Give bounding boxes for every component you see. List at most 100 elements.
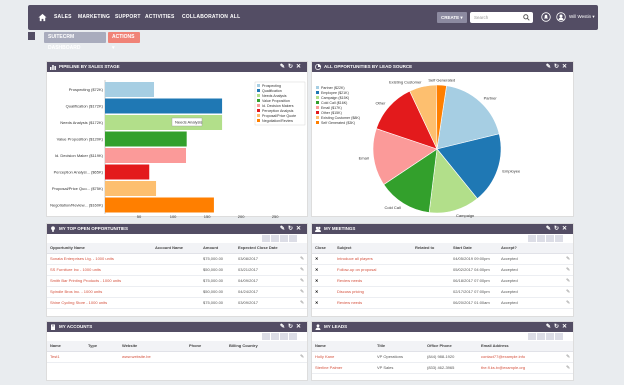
column-header[interactable]: Name [312, 341, 374, 352]
edit-icon[interactable]: ✎ [546, 324, 554, 330]
close-meeting-icon[interactable]: ✕ [312, 275, 334, 287]
column-header[interactable]: Account Name [152, 243, 200, 254]
opportunity-link[interactable]: Smith Bar Printing Products - 1000 units [47, 275, 152, 287]
create-button[interactable]: CREATE ▾ [437, 12, 467, 23]
meeting-subject[interactable]: Review needs [334, 275, 412, 287]
column-header[interactable]: Billing Country [226, 341, 297, 352]
related-to[interactable] [412, 297, 450, 309]
column-header[interactable]: Accept? [498, 243, 563, 254]
notification-bell-icon[interactable] [541, 12, 551, 22]
column-header[interactable]: Subject [334, 243, 412, 254]
refresh-icon[interactable]: ↻ [554, 324, 562, 330]
close-meeting-icon[interactable]: ✕ [312, 286, 334, 298]
account-link[interactable]: Test1 [47, 351, 85, 363]
column-header[interactable]: Start Date [450, 243, 498, 254]
related-to[interactable] [412, 264, 450, 276]
nav-item-collaboration[interactable]: COLLABORATION [182, 14, 228, 20]
search-input[interactable]: Search [470, 12, 533, 23]
nav-item-all[interactable]: ALL [230, 14, 240, 20]
edit-icon[interactable]: ✎ [563, 275, 573, 287]
user-menu[interactable]: Will Westin ▾ [569, 14, 595, 20]
column-header[interactable]: Related to [412, 243, 450, 254]
nav-item-marketing[interactable]: MARKETING [78, 14, 110, 20]
refresh-icon[interactable]: ↻ [554, 226, 562, 232]
account-name[interactable] [152, 286, 200, 298]
lead-link[interactable]: Sterline Palmer [312, 362, 374, 374]
meeting-subject[interactable]: Discuss pricing [334, 286, 412, 298]
email-link[interactable]: contact77@example.info [478, 351, 563, 363]
column-header[interactable]: Opportunity Name [47, 243, 152, 254]
pagination[interactable] [261, 235, 301, 243]
meeting-subject[interactable]: Introduce all players [334, 253, 412, 265]
close-icon[interactable]: ✕ [296, 324, 304, 330]
website-link[interactable]: www.website.be [119, 351, 186, 363]
column-header[interactable]: Close [312, 243, 334, 254]
refresh-icon[interactable]: ↻ [288, 226, 296, 232]
edit-icon[interactable]: ✎ [563, 351, 573, 363]
lead-link[interactable]: Holly Kane [312, 351, 374, 363]
account-name[interactable] [152, 297, 200, 309]
tab-actions[interactable]: ACTIONS ▾ [108, 32, 140, 51]
edit-icon[interactable]: ✎ [297, 264, 307, 276]
close-meeting-icon[interactable]: ✕ [312, 253, 334, 265]
close-icon[interactable]: ✕ [562, 64, 570, 70]
edit-icon[interactable]: ✎ [563, 286, 573, 298]
pagination[interactable] [527, 333, 567, 341]
edit-icon[interactable]: ✎ [297, 275, 307, 287]
edit-icon[interactable]: ✎ [280, 324, 288, 330]
column-header[interactable]: Title [374, 341, 424, 352]
account-name[interactable] [152, 275, 200, 287]
nav-item-activities[interactable]: ACTIVITIES [145, 14, 175, 20]
close-icon[interactable]: ✕ [296, 64, 304, 70]
related-to[interactable] [412, 275, 450, 287]
account-name[interactable] [152, 253, 200, 265]
close-meeting-icon[interactable]: ✕ [312, 264, 334, 276]
refresh-icon[interactable]: ↻ [288, 64, 296, 70]
meeting-subject[interactable]: Follow-up on proposal [334, 264, 412, 276]
edit-icon[interactable]: ✎ [563, 253, 573, 265]
opportunity-link[interactable]: Sonata Enterprises Ltg. - 1000 units [47, 253, 152, 265]
column-header[interactable]: Email Address [478, 341, 563, 352]
edit-icon[interactable]: ✎ [563, 264, 573, 276]
edit-icon[interactable]: ✎ [280, 64, 288, 70]
opportunity-link[interactable]: SS Furniture Inc - 1000 units [47, 264, 152, 276]
meeting-subject[interactable]: Review needs [334, 297, 412, 309]
column-header[interactable]: Name [47, 341, 85, 352]
refresh-icon[interactable]: ↻ [554, 64, 562, 70]
column-header[interactable]: Phone [186, 341, 226, 352]
related-to[interactable] [412, 286, 450, 298]
edit-icon[interactable]: ✎ [297, 253, 307, 265]
related-to[interactable] [412, 253, 450, 265]
account-name[interactable] [152, 264, 200, 276]
edit-icon[interactable]: ✎ [563, 297, 573, 309]
tab-dashboard[interactable]: SUITECRM DASHBOARD [44, 32, 106, 51]
refresh-icon[interactable]: ↻ [288, 324, 296, 330]
edit-icon[interactable]: ✎ [297, 351, 307, 363]
sidebar-toggle-button[interactable] [28, 32, 35, 40]
close-icon[interactable]: ✕ [296, 226, 304, 232]
close-meeting-icon[interactable]: ✕ [312, 297, 334, 309]
column-header[interactable]: Website [119, 341, 186, 352]
search-icon[interactable] [523, 14, 530, 21]
nav-item-sales[interactable]: SALES [54, 14, 72, 20]
column-header[interactable]: Office Phone [424, 341, 478, 352]
opportunity-link[interactable]: Shine Cycling Store - 1000 units [47, 297, 152, 309]
home-icon[interactable] [38, 13, 47, 22]
opportunity-link[interactable]: Spindle Bros Inc. - 1000 units [47, 286, 152, 298]
edit-icon[interactable]: ✎ [546, 226, 554, 232]
edit-icon[interactable]: ✎ [546, 64, 554, 70]
close-icon[interactable]: ✕ [562, 226, 570, 232]
user-avatar-icon[interactable] [556, 12, 566, 22]
edit-icon[interactable]: ✎ [563, 362, 573, 374]
pagination[interactable] [261, 333, 301, 341]
column-header[interactable]: Type [85, 341, 119, 352]
email-link[interactable]: the.fl.ks.tv@example.org [478, 362, 563, 374]
edit-icon[interactable]: ✎ [297, 297, 307, 309]
edit-icon[interactable]: ✎ [280, 226, 288, 232]
column-header[interactable]: Amount [200, 243, 235, 254]
nav-item-support[interactable]: SUPPORT [115, 14, 141, 20]
close-icon[interactable]: ✕ [562, 324, 570, 330]
edit-icon[interactable]: ✎ [297, 286, 307, 298]
pagination[interactable] [527, 235, 567, 243]
column-header[interactable]: Expected Close Date [235, 243, 297, 254]
